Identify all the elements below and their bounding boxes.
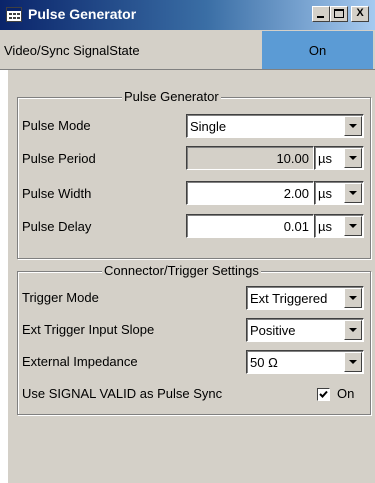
pulse-delay-unit: µs [318, 219, 332, 234]
chevron-down-icon[interactable] [344, 352, 362, 372]
pulse-mode-label: Pulse Mode [22, 118, 91, 133]
trigger-mode-label: Trigger Mode [22, 290, 99, 305]
pulse-delay-field[interactable]: 0.01 [186, 214, 314, 238]
checkmark-icon [319, 390, 328, 398]
window-title: Pulse Generator [28, 6, 137, 22]
signal-state-label: Video/Sync SignalState [4, 43, 140, 58]
pulse-delay-value: 0.01 [283, 219, 309, 234]
signal-state-value-text: On [308, 43, 327, 58]
signal-valid-checkbox[interactable] [317, 388, 330, 401]
external-impedance-label: External Impedance [22, 354, 138, 369]
pulse-width-unit-dropdown[interactable]: µs [314, 181, 364, 205]
left-edge-strip [0, 30, 8, 483]
pulse-generator-group-title: Pulse Generator [122, 89, 221, 104]
signal-valid-check-label: On [337, 386, 355, 401]
pulse-delay-unit-dropdown[interactable]: µs [314, 214, 364, 238]
pulse-generator-window: Pulse Generator X Video/Sync SignalState… [0, 0, 375, 483]
chevron-down-icon[interactable] [344, 216, 362, 236]
pulse-period-unit: µs [318, 151, 332, 166]
chevron-down-icon[interactable] [344, 148, 362, 168]
connector-trigger-group-title: Connector/Trigger Settings [102, 263, 261, 278]
close-icon: X [356, 7, 364, 19]
maximize-icon [334, 9, 344, 18]
pulse-period-label: Pulse Period [22, 151, 96, 166]
minimize-button[interactable] [312, 6, 330, 22]
pulse-period-unit-dropdown[interactable]: µs [314, 146, 364, 170]
minimize-icon [317, 16, 324, 18]
pulse-period-value: 10.00 [276, 151, 309, 166]
ext-trigger-slope-value: Positive [250, 323, 296, 338]
chevron-down-icon[interactable] [344, 116, 362, 136]
pulse-mode-dropdown[interactable]: Single [186, 114, 364, 138]
pulse-width-value: 2.00 [283, 186, 309, 201]
signal-valid-label: Use SIGNAL VALID as Pulse Sync [22, 386, 223, 401]
close-button[interactable]: X [351, 6, 369, 22]
chevron-down-icon[interactable] [344, 183, 362, 203]
pulse-mode-value: Single [190, 119, 227, 134]
pulse-period-field: 10.00 [186, 146, 314, 170]
pulse-width-label: Pulse Width [22, 186, 92, 201]
pulse-width-unit: µs [318, 186, 332, 201]
signal-state-value[interactable]: On [262, 31, 373, 69]
chevron-down-icon[interactable] [344, 320, 362, 340]
pulse-width-field[interactable]: 2.00 [186, 181, 314, 205]
external-impedance-value: 50 Ω [250, 355, 278, 370]
ext-trigger-slope-dropdown[interactable]: Positive [246, 318, 364, 342]
title-bar[interactable]: Pulse Generator X [0, 0, 375, 30]
trigger-mode-dropdown[interactable]: Ext Triggered [246, 286, 364, 310]
chevron-down-icon[interactable] [344, 288, 362, 308]
window-app-icon [6, 7, 22, 22]
external-impedance-dropdown[interactable]: 50 Ω [246, 350, 364, 374]
pulse-delay-label: Pulse Delay [22, 219, 92, 234]
ext-trigger-slope-label: Ext Trigger Input Slope [22, 322, 155, 337]
maximize-button[interactable] [330, 6, 348, 22]
trigger-mode-value: Ext Triggered [250, 291, 328, 306]
